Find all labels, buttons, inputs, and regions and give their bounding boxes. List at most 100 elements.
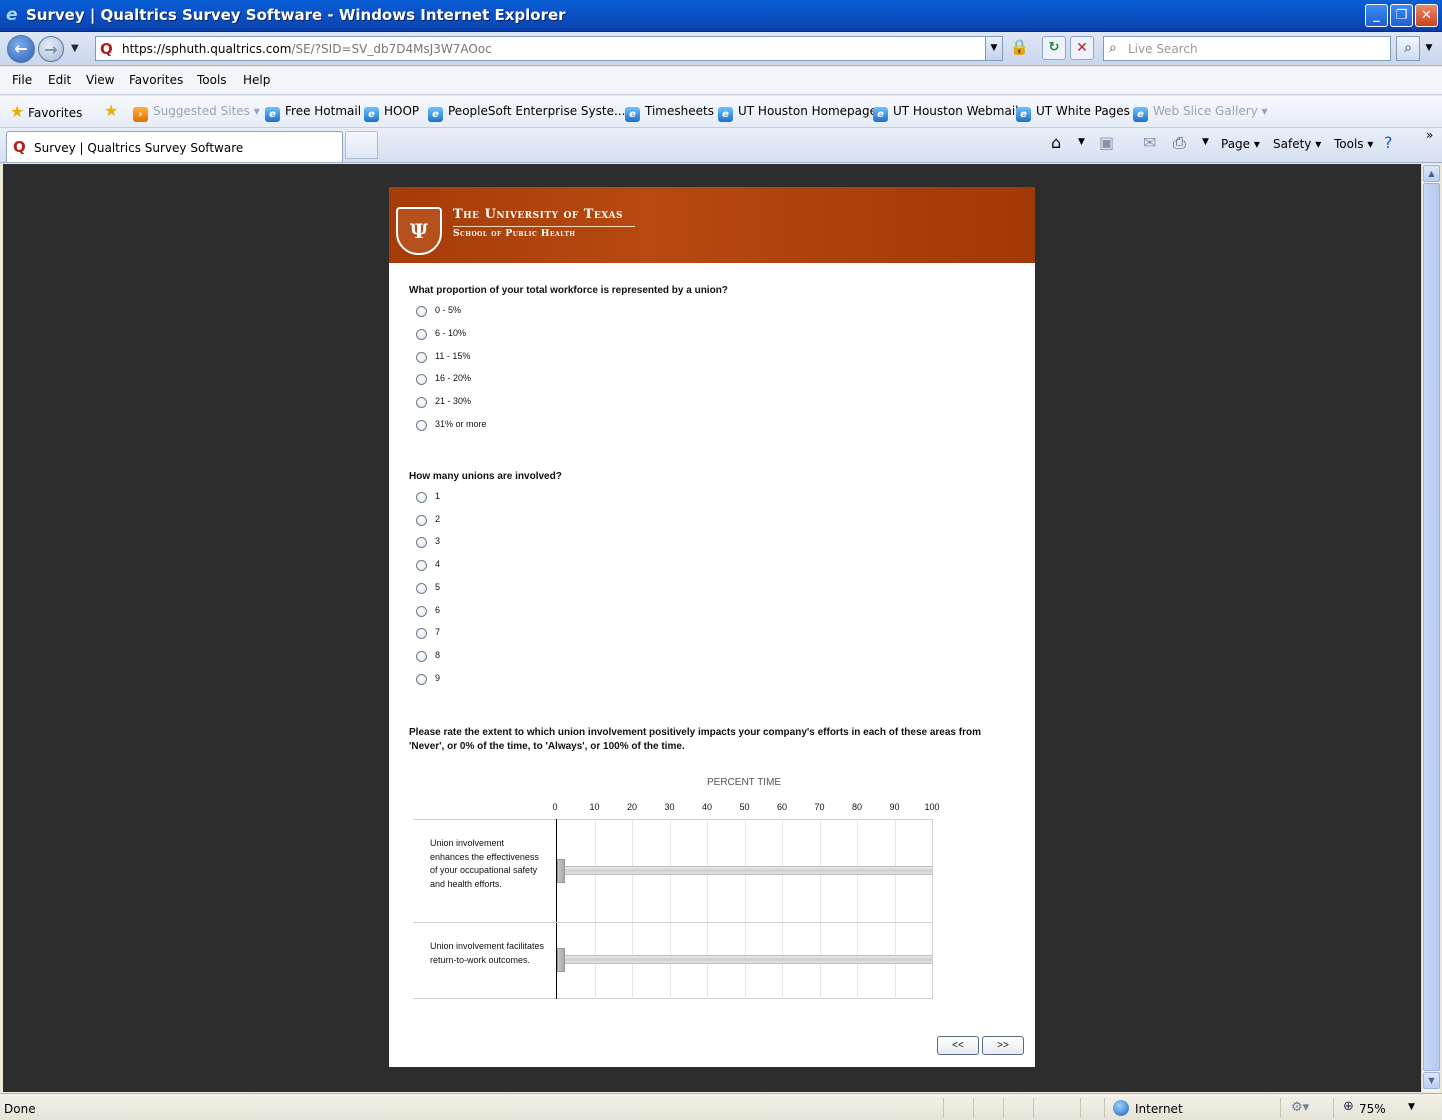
scroll-thumb[interactable] [1423, 183, 1440, 1071]
statement-2-text: Union involvement facilitates return-to-… [430, 941, 545, 965]
q1-radio-1[interactable] [416, 306, 427, 317]
chevron-more-icon[interactable]: » [1426, 128, 1433, 142]
menu-tools[interactable]: Tools [197, 73, 227, 87]
add-favorite-icon[interactable]: ★ [104, 101, 118, 120]
zoom-dropdown-icon[interactable]: ▼ [1408, 1102, 1415, 1112]
fav-ut-houston-homepage[interactable]: e UT Houston Homepage [718, 104, 877, 122]
slider-handle-2[interactable] [557, 948, 565, 972]
tab-survey[interactable]: Q Survey | Qualtrics Survey Software [6, 131, 343, 162]
fav-hoop[interactable]: e HOOP [364, 104, 419, 122]
menu-view[interactable]: View [86, 73, 114, 87]
school-name: School of Public Health [453, 229, 576, 239]
close-button[interactable]: ✕ [1415, 4, 1438, 27]
fav-ut-white-pages[interactable]: e UT White Pages [1016, 104, 1130, 122]
previous-page-button[interactable]: << [937, 1036, 979, 1055]
zoom-level[interactable]: 75% [1359, 1102, 1386, 1116]
search-options-dropdown-icon[interactable]: ▼ [1422, 36, 1436, 61]
fav-label: UT Houston Webmail [893, 104, 1019, 118]
favorites-button[interactable]: ★ Favorites [10, 102, 82, 121]
url-path: /SE/?SID=SV_db7D4MsJ3W7AOoc [291, 42, 492, 56]
fav-timesheets[interactable]: e Timesheets [625, 104, 714, 122]
help-icon[interactable]: ? [1384, 133, 1393, 152]
q2-option-label: 5 [435, 581, 441, 592]
menu-edit[interactable]: Edit [48, 73, 71, 87]
menu-help[interactable]: Help [243, 73, 270, 87]
scroll-down-icon[interactable]: ▼ [1423, 1072, 1440, 1089]
q1-radio-5[interactable] [416, 397, 427, 409]
title-bar: e Survey | Qualtrics Survey Software - W… [0, 0, 1442, 32]
page-menu[interactable]: Page ▾ [1221, 137, 1260, 151]
print-icon[interactable]: ⎙ [1173, 133, 1186, 153]
q2-radio-8[interactable] [416, 650, 427, 662]
vertical-scrollbar[interactable]: ▲ ▼ [1421, 164, 1440, 1092]
new-tab-button[interactable] [345, 131, 378, 159]
security-zone-label: Internet [1135, 1102, 1183, 1116]
maximize-button[interactable]: ❐ [1390, 4, 1413, 27]
slider-handle-1[interactable] [557, 859, 565, 883]
next-page-button[interactable]: >> [982, 1036, 1024, 1055]
zoom-magnifier-icon[interactable]: ⊕ [1343, 1099, 1354, 1114]
home-icon[interactable]: ⌂ [1051, 133, 1061, 152]
q2-radio-6[interactable] [416, 605, 427, 617]
history-dropdown-icon[interactable]: ▼ [71, 43, 79, 54]
q1-option-label: 16 - 20% [435, 373, 472, 384]
address-dropdown-icon[interactable]: ▼ [985, 36, 1003, 61]
q1-radio-4[interactable] [416, 374, 427, 386]
fav-peoplesoft[interactable]: e PeopleSoft Enterprise Syste... [428, 104, 625, 122]
lock-icon[interactable]: 🔒 [1010, 38, 1029, 58]
fav-suggested-sites[interactable]: › Suggested Sites ▾ [133, 104, 260, 122]
fav-label: UT Houston Homepage [738, 104, 878, 118]
scale-tick-label: 100 [924, 802, 940, 812]
refresh-button[interactable]: ↻ [1042, 36, 1066, 60]
scale-tick-label: 0 [552, 802, 558, 812]
stop-button[interactable]: ✕ [1070, 36, 1094, 60]
slider-track-1[interactable] [557, 866, 932, 875]
forward-button[interactable]: → [38, 36, 64, 62]
home-dropdown-icon[interactable]: ▼ [1078, 137, 1085, 147]
protected-mode-icon[interactable]: ⚙▾ [1291, 1100, 1309, 1115]
q2-radio-4[interactable] [416, 560, 427, 572]
fav-label: Web Slice Gallery ▾ [1153, 104, 1268, 118]
scale-gridline [857, 819, 858, 999]
scale-tick-label: 60 [776, 802, 787, 812]
scroll-up-icon[interactable]: ▲ [1423, 165, 1440, 182]
search-go-button[interactable]: ⌕ [1396, 36, 1420, 61]
tab-label: Survey | Qualtrics Survey Software [34, 141, 244, 155]
q2-radio-9[interactable] [416, 673, 427, 685]
scale-gridline [632, 819, 633, 999]
live-search-input[interactable]: ⌕ Live Search [1103, 36, 1391, 61]
feeds-icon[interactable]: ▣ [1099, 133, 1114, 152]
q2-option-label: 4 [435, 559, 441, 570]
q1-radio-6[interactable] [416, 420, 427, 431]
fav-ut-houston-webmail[interactable]: e UT Houston Webmail [873, 104, 1019, 122]
q2-radio-2[interactable] [416, 514, 427, 526]
minimize-button[interactable]: _ [1365, 4, 1388, 27]
tab-row: Q Survey | Qualtrics Survey Software ⌂ ▼… [0, 128, 1442, 163]
print-dropdown-icon[interactable]: ▼ [1202, 137, 1209, 147]
status-divider [1003, 1098, 1004, 1118]
q2-radio-7[interactable] [416, 628, 427, 640]
url-text: https://sphuth.qualtrics.com/SE/?SID=SV_… [122, 42, 492, 56]
fav-free-hotmail[interactable]: e Free Hotmail [265, 104, 361, 122]
q1-radio-2[interactable] [416, 328, 427, 340]
read-mail-icon[interactable]: ✉ [1143, 133, 1156, 152]
status-bar: Done Internet ⚙▾ ⊕ 75% ▼ [0, 1093, 1442, 1120]
address-field[interactable]: Q https://sphuth.qualtrics.com/SE/?SID=S… [95, 36, 1003, 61]
fav-web-slice-gallery[interactable]: e Web Slice Gallery ▾ [1133, 104, 1268, 122]
menu-favorites[interactable]: Favorites [129, 73, 183, 87]
back-button[interactable]: ← [7, 35, 35, 63]
menu-file[interactable]: File [12, 73, 32, 87]
q2-radio-3[interactable] [416, 537, 427, 549]
status-divider [1080, 1098, 1081, 1118]
q2-radio-1[interactable] [416, 492, 427, 503]
fav-label: Suggested Sites ▾ [153, 104, 260, 118]
slider-track-2[interactable] [557, 955, 932, 964]
q1-radio-3[interactable] [416, 351, 427, 363]
q2-option-label: 7 [435, 627, 441, 638]
slider-axis-line [556, 819, 557, 999]
scale-tick-label: 30 [664, 802, 675, 812]
scale-gridline [707, 819, 708, 999]
safety-menu[interactable]: Safety ▾ [1273, 137, 1321, 151]
tools-menu[interactable]: Tools ▾ [1334, 137, 1373, 151]
q2-radio-5[interactable] [416, 582, 427, 594]
